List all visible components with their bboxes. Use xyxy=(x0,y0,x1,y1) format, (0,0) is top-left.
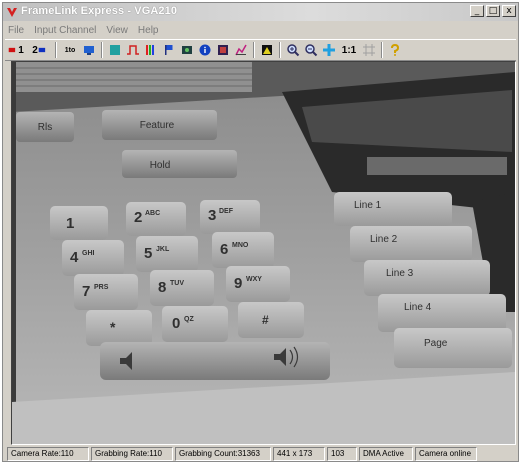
toolbar-separator xyxy=(253,42,255,58)
volume-key xyxy=(100,342,330,380)
status-camera-online: Camera online xyxy=(415,447,477,461)
svg-text:Line 2: Line 2 xyxy=(370,234,398,245)
key-3: 3 DEF xyxy=(200,200,260,234)
toolbar: 1 2 1to 1:1 xyxy=(5,39,516,61)
hold-label: Hold xyxy=(150,160,171,171)
maximize-button[interactable]: □ xyxy=(486,5,500,17)
svg-text:GHI: GHI xyxy=(82,250,95,257)
svg-text:4: 4 xyxy=(70,249,79,266)
key-hash: # xyxy=(238,302,304,338)
key-2: 2 ABC xyxy=(126,202,186,236)
app-logo-icon xyxy=(7,8,17,17)
color-bars-icon[interactable] xyxy=(143,42,159,58)
svg-text:QZ: QZ xyxy=(184,316,194,323)
ratio-1-1-button[interactable]: 1:1 xyxy=(339,42,359,58)
key-6: 6 MNO xyxy=(212,232,274,268)
chart-icon[interactable] xyxy=(233,42,249,58)
status-resolution: 441 x 173 xyxy=(273,447,325,461)
monitor-icon[interactable] xyxy=(81,42,97,58)
svg-text:WXY: WXY xyxy=(246,276,262,283)
info-icon[interactable] xyxy=(197,42,213,58)
toolbar-separator xyxy=(55,42,57,58)
zoom-out-icon[interactable] xyxy=(303,42,319,58)
svg-text:*: * xyxy=(110,319,116,335)
status-grabbing-rate: Grabbing Rate:110 xyxy=(91,447,173,461)
ratio-text-button[interactable]: 1to xyxy=(61,42,79,58)
key-9: 9 WXY xyxy=(226,266,290,302)
menu-help[interactable]: Help xyxy=(133,25,164,36)
svg-text:DEF: DEF xyxy=(219,208,234,215)
svg-text:3: 3 xyxy=(208,207,216,224)
red-camera-icon xyxy=(8,47,16,53)
svg-text:0: 0 xyxy=(172,315,180,332)
hold-button: Hold xyxy=(122,150,237,178)
key-7: 7 PRS xyxy=(74,274,138,310)
app-window: FrameLink Express - VGA210 _ □ x File In… xyxy=(2,2,519,462)
channel-1-button[interactable]: 1 xyxy=(5,42,27,58)
svg-text:1: 1 xyxy=(66,215,74,232)
status-bar: Camera Rate:110 Grabbing Rate:110 Grabbi… xyxy=(7,447,516,461)
help-icon[interactable] xyxy=(387,42,403,58)
svg-text:5: 5 xyxy=(144,245,152,262)
feature-button: Feature xyxy=(102,110,217,140)
rls-label: Rls xyxy=(38,122,52,133)
teal-grid-icon[interactable] xyxy=(107,42,123,58)
camera-image-view[interactable]: Rls Feature Hold 1 2 ABC 3 DEF 4 GHI 5 JKL 6… xyxy=(11,61,516,445)
svg-text:2: 2 xyxy=(134,209,142,226)
line-1-button: Line 1 xyxy=(334,192,452,226)
grid-icon[interactable] xyxy=(361,42,377,58)
image-yellow-icon[interactable] xyxy=(259,42,275,58)
status-dma: DMA Active xyxy=(359,447,413,461)
flag-icon[interactable] xyxy=(161,42,177,58)
page-button: Page xyxy=(394,328,512,368)
status-grabbing-count: Grabbing Count:31363 xyxy=(175,447,271,461)
line-2-button: Line 2 xyxy=(350,226,472,262)
line-3-button: Line 3 xyxy=(364,260,490,296)
key-4: 4 GHI xyxy=(62,240,124,276)
feature-label: Feature xyxy=(140,120,175,131)
minimize-button[interactable]: _ xyxy=(470,5,484,17)
svg-text:Page: Page xyxy=(424,338,448,349)
close-button[interactable]: x xyxy=(502,5,516,17)
blue-camera-icon xyxy=(38,47,45,53)
move-icon[interactable] xyxy=(321,42,337,58)
photo-icon[interactable] xyxy=(179,42,195,58)
menu-bar: File Input Channel View Help xyxy=(3,22,518,38)
svg-text:#: # xyxy=(262,313,269,327)
title-bar[interactable]: FrameLink Express - VGA210 _ □ x xyxy=(3,3,518,21)
camera-frame: Rls Feature Hold 1 2 ABC 3 DEF 4 GHI 5 JKL 6… xyxy=(12,62,515,444)
key-8: 8 TUV xyxy=(150,270,214,306)
menu-view[interactable]: View xyxy=(101,25,133,36)
svg-text:8: 8 xyxy=(158,279,166,296)
toolbar-separator xyxy=(101,42,103,58)
svg-text:JKL: JKL xyxy=(156,246,170,253)
key-5: 5 JKL xyxy=(136,236,198,272)
svg-text:ABC: ABC xyxy=(145,210,160,217)
pulse-icon[interactable] xyxy=(125,42,141,58)
toolbar-separator xyxy=(381,42,383,58)
film-icon[interactable] xyxy=(215,42,231,58)
svg-text:7: 7 xyxy=(82,283,90,300)
svg-text:Line 3: Line 3 xyxy=(386,268,414,279)
key-0: 0 QZ xyxy=(162,306,228,342)
svg-text:9: 9 xyxy=(234,275,242,292)
status-camera-rate: Camera Rate:110 xyxy=(7,447,89,461)
key-1: 1 xyxy=(50,206,108,240)
menu-input-channel[interactable]: Input Channel xyxy=(29,25,101,36)
svg-text:Line 1: Line 1 xyxy=(354,200,382,211)
zoom-in-icon[interactable] xyxy=(285,42,301,58)
line-4-button: Line 4 xyxy=(378,294,506,332)
status-value: 103 xyxy=(327,447,357,461)
key-star: * xyxy=(86,310,152,346)
menu-file[interactable]: File xyxy=(3,25,29,36)
channel-2-button[interactable]: 2 xyxy=(29,42,51,58)
svg-text:TUV: TUV xyxy=(170,280,184,287)
svg-text:6: 6 xyxy=(220,241,228,258)
svg-text:MNO: MNO xyxy=(232,242,249,249)
rls-button: Rls xyxy=(16,112,74,142)
svg-text:PRS: PRS xyxy=(94,284,109,291)
toolbar-separator xyxy=(279,42,281,58)
window-title: FrameLink Express - VGA210 xyxy=(21,5,178,17)
svg-text:Line 4: Line 4 xyxy=(404,302,432,313)
